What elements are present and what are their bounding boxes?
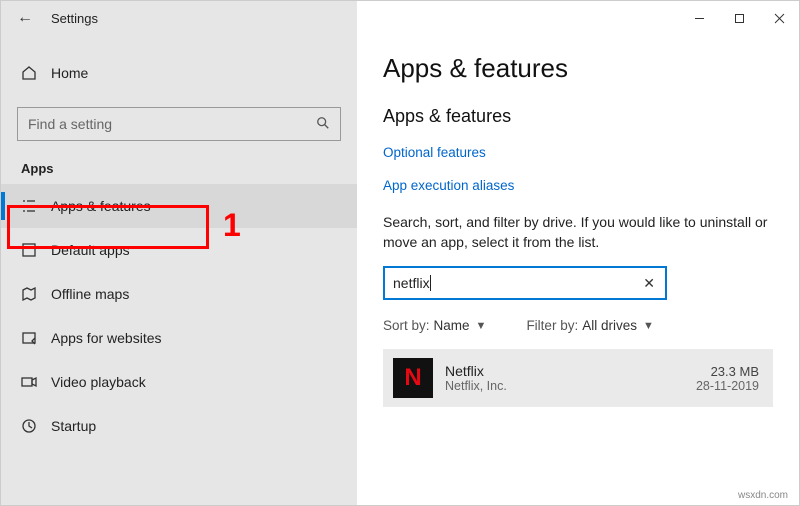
- nav-home-label: Home: [51, 65, 88, 81]
- app-publisher: Netflix, Inc.: [445, 379, 684, 393]
- section-description: Search, sort, and filter by drive. If yo…: [383, 213, 773, 252]
- app-search-value: netflix: [393, 275, 430, 291]
- page-title: Apps & features: [383, 53, 773, 84]
- sidebar-item-video-playback[interactable]: Video playback: [1, 360, 357, 404]
- maximize-button[interactable]: [719, 7, 759, 29]
- nav-home[interactable]: Home: [1, 53, 357, 93]
- filter-value: All drives: [582, 318, 637, 333]
- list-icon: [21, 198, 37, 214]
- link-optional-features[interactable]: Optional features: [383, 145, 773, 160]
- sort-value: Name: [434, 318, 470, 333]
- sidebar-item-label: Apps for websites: [51, 330, 162, 346]
- video-icon: [21, 374, 37, 390]
- find-setting-search[interactable]: [17, 107, 341, 141]
- sidebar-item-label: Startup: [51, 418, 96, 434]
- chevron-down-icon: ▼: [476, 320, 487, 332]
- filter-label: Filter by:: [526, 318, 578, 333]
- sidebar-item-offline-maps[interactable]: Offline maps: [1, 272, 357, 316]
- default-apps-icon: [21, 242, 37, 258]
- search-icon: [316, 116, 330, 133]
- sidebar-item-default-apps[interactable]: Default apps: [1, 228, 357, 272]
- app-date: 28-11-2019: [696, 379, 759, 393]
- sidebar-category: Apps: [1, 141, 357, 184]
- map-icon: [21, 286, 37, 302]
- app-search-field[interactable]: netflix ✕: [383, 266, 667, 300]
- sidebar-item-apps-features[interactable]: Apps & features: [1, 184, 357, 228]
- sidebar-item-label: Video playback: [51, 374, 146, 390]
- close-button[interactable]: [759, 7, 799, 29]
- find-setting-input[interactable]: [28, 116, 316, 132]
- sidebar-item-label: Offline maps: [51, 286, 129, 302]
- clear-search-icon[interactable]: ✕: [641, 275, 657, 292]
- app-name: Netflix: [445, 363, 684, 379]
- link-app-execution-aliases[interactable]: App execution aliases: [383, 178, 773, 193]
- minimize-button[interactable]: [679, 7, 719, 29]
- app-list-item[interactable]: N Netflix Netflix, Inc. 23.3 MB 28-11-20…: [383, 349, 773, 407]
- section-title: Apps & features: [383, 106, 773, 127]
- back-icon[interactable]: ←: [17, 9, 33, 27]
- startup-icon: [21, 418, 37, 434]
- window-title: Settings: [51, 11, 98, 26]
- text-caret: [430, 275, 431, 291]
- app-logo-netflix: N: [393, 358, 433, 398]
- chevron-down-icon: ▼: [643, 320, 654, 332]
- sort-by-dropdown[interactable]: Sort by: Name ▼: [383, 318, 486, 333]
- annotation-number-1: 1: [223, 207, 241, 244]
- sidebar-item-startup[interactable]: Startup: [1, 404, 357, 448]
- websites-icon: [21, 330, 37, 346]
- app-size: 23.3 MB: [711, 364, 759, 379]
- sidebar-item-label: Apps & features: [51, 198, 151, 214]
- sidebar-item-label: Default apps: [51, 242, 130, 258]
- watermark: wsxdn.com: [734, 489, 792, 502]
- filter-by-dropdown[interactable]: Filter by: All drives ▼: [526, 318, 653, 333]
- sort-label: Sort by:: [383, 318, 430, 333]
- sidebar-item-apps-websites[interactable]: Apps for websites: [1, 316, 357, 360]
- home-icon: [21, 65, 37, 81]
